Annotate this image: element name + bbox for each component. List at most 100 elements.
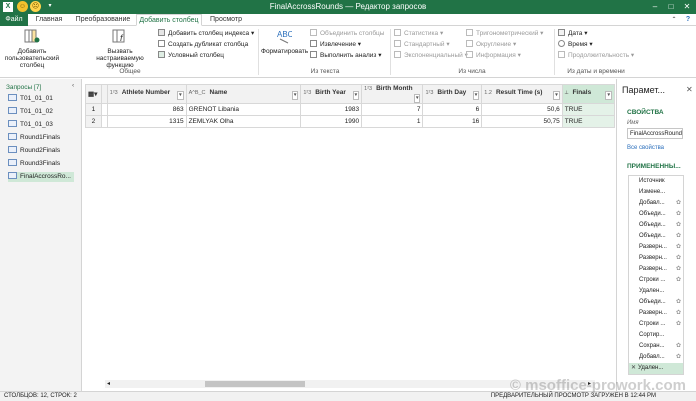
query-item[interactable]: Round1Finals [8,133,74,143]
ribbon-separator [554,29,555,75]
close-icon[interactable]: ✕ [680,1,694,12]
column-header-birth-year[interactable]: 1²3 Birth Year ▾ [300,84,363,104]
applied-step[interactable]: Источник [629,176,683,187]
applied-step[interactable]: Добавл... ✿ [629,198,683,209]
applied-step[interactable]: Объеди... ✿ [629,209,683,220]
filter-dropdown-icon[interactable]: ▾ [413,94,421,103]
applied-step[interactable]: Разверн... ✿ [629,264,683,275]
ribbon-collapse-icon[interactable]: ⌃ [668,14,680,26]
cell[interactable]: TRUE [561,103,616,116]
index-column-button[interactable]: Добавить столбец индекса ▾ [158,29,254,39]
cell[interactable]: 16 [422,115,483,128]
cell[interactable]: 1990 [300,115,363,128]
maximize-icon[interactable]: □ [664,1,678,12]
gear-icon[interactable]: ✿ [676,231,681,242]
cell[interactable]: 863 [106,103,187,116]
applied-step[interactable]: Объеди... ✿ [629,231,683,242]
tab-transform[interactable]: Преобразование [70,14,136,26]
cell[interactable]: GRENOT Libania [185,103,302,116]
scrollbar-thumb[interactable] [205,381,305,387]
invoke-function-button[interactable]: f Вызвать настраиваемую функцию [84,28,156,69]
column-header-finals[interactable]: ⟂ Finals ▾ [561,84,616,104]
column-header-name[interactable]: A^B_C Name ▾ [185,84,302,104]
applied-step[interactable]: Добавл... ✿ [629,352,683,363]
minimize-icon[interactable]: – [648,1,662,12]
applied-step[interactable]: Сохран... ✿ [629,341,683,352]
column-header-birth-day[interactable]: 1²3 Birth Day ▾ [422,84,483,104]
cell[interactable]: 50,75 [481,115,563,128]
gear-icon[interactable]: ✿ [676,275,681,286]
delete-step-icon[interactable]: ✕ [631,365,636,371]
sigma-icon [394,29,401,36]
applied-step[interactable]: Сортир... [629,330,683,341]
collapse-pane-icon[interactable]: ‹ [72,82,74,89]
cell[interactable]: 1 [361,115,424,128]
tab-home[interactable]: Главная [32,14,66,26]
gear-icon[interactable]: ✿ [676,308,681,319]
applied-step[interactable]: Разверн... ✿ [629,242,683,253]
gear-icon[interactable]: ✿ [676,352,681,363]
date-button[interactable]: Дата ▾ [558,29,587,39]
cell[interactable]: 1315 [106,115,187,128]
applied-step[interactable]: Объеди... ✿ [629,297,683,308]
applied-step[interactable]: Объеди... ✿ [629,220,683,231]
filter-dropdown-icon[interactable]: ▾ [553,90,560,100]
parse-button[interactable]: Выполнить анализ ▾ [310,51,381,61]
applied-step-selected[interactable]: ✕ Удален... [629,363,683,374]
statistics-button: Статистика ▾ [394,29,443,39]
scroll-left-icon[interactable]: ◂ [107,380,110,387]
cell[interactable]: 6 [422,103,483,116]
group-text-label: Из текста [310,68,340,75]
applied-step[interactable]: Удален... [629,286,683,297]
applied-step[interactable]: Разверн... ✿ [629,308,683,319]
filter-dropdown-icon[interactable]: ▾ [177,90,184,100]
cell[interactable]: 50,6 [481,103,563,116]
query-item-selected[interactable]: FinalAccrossRo... [8,172,74,182]
tab-view[interactable]: Просмотр [204,14,248,26]
extract-button[interactable]: Извлечение ▾ [310,40,361,50]
applied-step[interactable]: Строки ... ✿ [629,275,683,286]
gear-icon[interactable]: ✿ [676,264,681,275]
applied-step[interactable]: Измене... [629,187,683,198]
format-button[interactable]: ABC Форматировать [261,28,308,55]
query-name-input[interactable]: FinalAccrossRounds [627,128,683,139]
duration-icon [558,51,565,58]
gear-icon[interactable]: ✿ [676,253,681,264]
filter-dropdown-icon[interactable]: ▾ [352,90,360,100]
filter-dropdown-icon[interactable]: ▾ [472,90,480,100]
cell[interactable]: TRUE [561,115,616,128]
gear-icon[interactable]: ✿ [676,209,681,220]
cell[interactable]: 1983 [300,103,363,116]
column-header-birth-month[interactable]: 1²3 Birth Month ▾ [361,84,424,104]
cell[interactable]: ZEMLYAK Olha [185,115,302,128]
gear-icon[interactable]: ✿ [676,297,681,308]
gear-icon[interactable]: ✿ [676,341,681,352]
filter-dropdown-icon[interactable]: ▾ [291,90,299,100]
column-header-athlete-number[interactable]: 1²3 Athlete Number ▾ [106,84,187,104]
conditional-column-button[interactable]: Условный столбец [158,51,224,61]
gear-icon[interactable]: ✿ [676,198,681,209]
table-icon [8,133,17,140]
tab-add-column[interactable]: Добавить столбец [136,14,202,26]
query-item[interactable]: T01_01_01 [8,94,74,104]
applied-step[interactable]: Разверн... ✿ [629,253,683,264]
applied-step[interactable]: Строки ... ✿ [629,319,683,330]
duplicate-column-button[interactable]: Создать дубликат столбца [158,40,248,50]
tab-file[interactable]: Файл [0,14,28,26]
gear-icon[interactable]: ✿ [676,319,681,330]
query-item[interactable]: Round3Finals [8,159,74,169]
gear-icon[interactable]: ✿ [676,220,681,231]
gear-icon[interactable]: ✿ [676,242,681,253]
query-item[interactable]: T01_01_03 [8,120,74,130]
column-header-result-time[interactable]: 1.2 Result Time (s) ▾ [481,84,563,104]
help-icon[interactable]: ? [682,14,694,26]
query-item[interactable]: Round2Finals [8,146,74,156]
time-button[interactable]: Время ▾ [558,40,593,50]
close-pane-icon[interactable]: ✕ [686,85,693,94]
cell[interactable]: 7 [361,103,424,116]
table-menu-button[interactable]: ▦▾ [85,84,102,104]
all-properties-link[interactable]: Все свойства [627,145,664,151]
query-item[interactable]: T01_01_02 [8,107,74,117]
custom-column-button[interactable]: Добавить пользовательский столбец [4,28,60,69]
filter-dropdown-icon[interactable]: ▾ [605,90,612,100]
